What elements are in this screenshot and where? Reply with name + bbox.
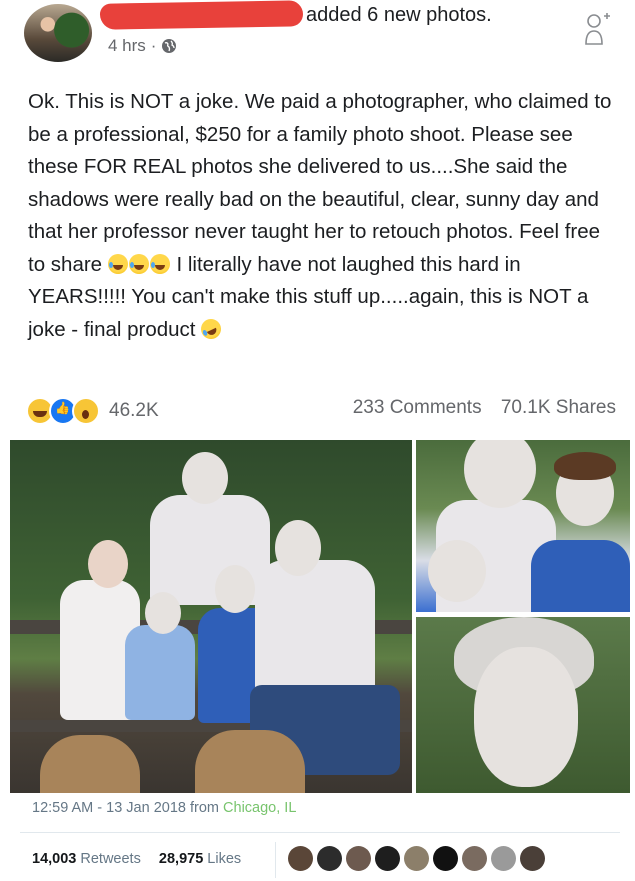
engagement-vertical-divider [275, 842, 276, 878]
rofl-emoji [197, 315, 225, 342]
post-action-text: added 6 new photos. [306, 4, 492, 26]
liker-avatar[interactable] [462, 846, 487, 871]
comments-link[interactable]: 233 Comments [353, 397, 482, 418]
likers-avatars [288, 846, 545, 871]
wow-reaction-icon [72, 397, 100, 425]
retweets-count[interactable]: 14,003 [32, 851, 76, 867]
father-head [275, 520, 321, 576]
likes-label[interactable]: Likes [207, 851, 241, 867]
post-body-text: Ok. This is NOT a joke. We paid a photog… [28, 86, 613, 346]
post-timestamp[interactable]: 4 hrs [108, 36, 146, 56]
photo-grid [10, 440, 630, 793]
liker-avatar[interactable] [317, 846, 342, 871]
boy-hair-right [554, 452, 616, 480]
closeup-face [474, 647, 578, 787]
reactions-summary[interactable]: 46.2K [26, 397, 159, 425]
tweet-location-link[interactable]: Chicago, IL [223, 800, 296, 816]
liker-avatar[interactable] [491, 846, 516, 871]
redacted-author-name [99, 0, 304, 30]
meta-separator: · [150, 36, 157, 55]
post-text-part-1: Ok. This is NOT a joke. We paid a photog… [28, 90, 612, 276]
liker-avatar[interactable] [288, 846, 313, 871]
likes-count[interactable]: 28,975 [159, 851, 203, 867]
tears-of-joy-emoji [149, 253, 170, 274]
liker-avatar[interactable] [520, 846, 545, 871]
follow-friend-icon[interactable] [583, 10, 611, 46]
dog-left [40, 735, 140, 793]
liker-avatar[interactable] [433, 846, 458, 871]
photo-grandmother-closeup[interactable] [416, 617, 630, 793]
boy1-head [145, 592, 181, 634]
author-avatar[interactable] [24, 4, 92, 62]
post-meta: 4 hrs · [108, 36, 177, 56]
family-photo-main[interactable] [10, 440, 412, 793]
reaction-count: 46.2K [109, 400, 159, 421]
tweet-divider [20, 832, 620, 833]
post-stats: 46.2K 233 Comments 70.1K Shares [26, 397, 616, 425]
boy-shirt-right [531, 540, 630, 612]
photo-grandmother-kids[interactable] [416, 440, 630, 612]
liker-avatar[interactable] [375, 846, 400, 871]
boy-light-blue [125, 625, 195, 720]
mother-head [88, 540, 128, 588]
tears-of-joy-emoji [128, 253, 149, 274]
grandmother-head [182, 452, 228, 504]
globe-icon [162, 39, 177, 53]
tears-of-joy-emoji [107, 253, 128, 274]
tweet-timestamp: 12:59 AM - 13 Jan 2018 from Chicago, IL [32, 800, 296, 816]
dog-right [195, 730, 305, 793]
tweet-engagement: 14,003 Retweets 28,975 Likes [32, 851, 241, 867]
boy2-head [215, 565, 255, 613]
liker-avatar[interactable] [404, 846, 429, 871]
boy-face-left [428, 540, 486, 602]
liker-avatar[interactable] [346, 846, 371, 871]
shares-link[interactable]: 70.1K Shares [501, 397, 616, 418]
engagement-counts: 233 Comments 70.1K Shares [353, 397, 616, 419]
grandmother-face [464, 440, 536, 508]
tweet-time-text: 12:59 AM - 13 Jan 2018 from [32, 800, 224, 816]
retweets-label[interactable]: Retweets [80, 851, 140, 867]
